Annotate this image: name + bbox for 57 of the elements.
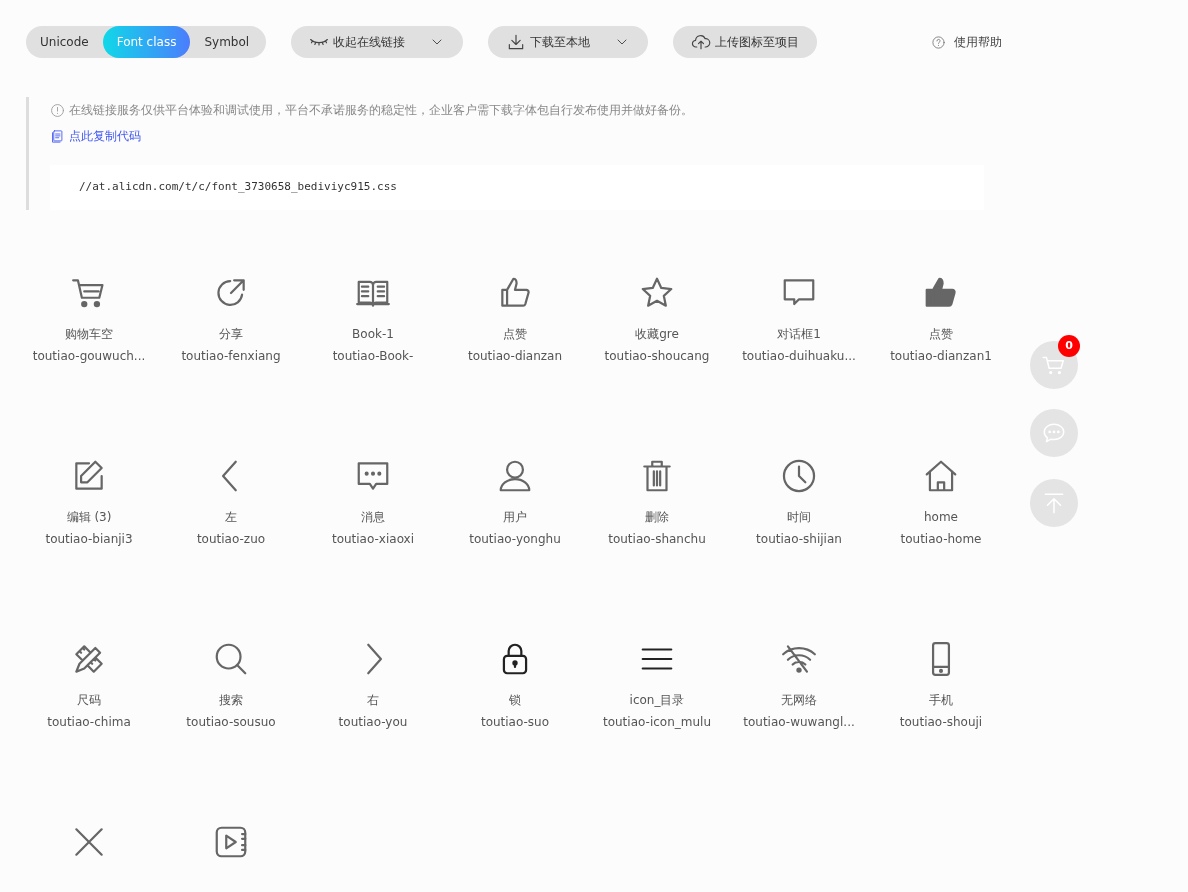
icon-label: icon_目录 (629, 692, 685, 707)
download-icon (506, 32, 526, 52)
icon-label: 左 (225, 509, 237, 524)
icon-class-name: toutiao-shoucang (604, 348, 710, 363)
icon-label: 消息 (361, 509, 385, 524)
icon-class-name: toutiao-sousuo (186, 714, 276, 729)
cloud-upload-icon (691, 32, 711, 52)
icon-class-name: toutiao-wuwangl... (743, 714, 855, 729)
icon-class-name: toutiao-you (338, 714, 408, 729)
icon-label: 用户 (503, 509, 527, 524)
icon-label: 右 (367, 692, 379, 707)
icon-class-name: toutiao-home (900, 531, 982, 546)
icon-class-name: toutiao-duihuaku... (742, 348, 856, 363)
icon-class-name: toutiao-Book- (332, 348, 414, 363)
copy-link[interactable]: 点此复制代码 (69, 127, 141, 145)
icon-label: 对话框1 (777, 326, 821, 341)
icon-label: home (924, 509, 958, 524)
toolbar-button[interactable]: 收起在线链接 (291, 26, 463, 58)
icon-class-name: toutiao-shouji (899, 714, 983, 729)
icon-class-name: toutiao-fenxiang (181, 348, 281, 363)
icon-class-name: toutiao-chima (47, 714, 131, 729)
icon-label: 删除 (645, 509, 669, 524)
toolbar-button[interactable]: 上传图标至项目 (673, 26, 817, 58)
icon-label: 搜索 (219, 692, 243, 707)
icon-label: 锁 (509, 692, 521, 707)
icon-class-name: toutiao-xiaoxi (331, 531, 415, 546)
count-badge: 0 (1058, 335, 1080, 357)
icon-label: 点赞 (503, 326, 527, 341)
icon-label: Book-1 (352, 326, 394, 341)
icon-class-name: toutiao-gouwuch... (32, 348, 146, 363)
icon-class-name: toutiao-zuo (196, 531, 266, 546)
icon-class-name: toutiao-suo (480, 714, 550, 729)
mode-tab[interactable]: Symbol (190, 26, 264, 58)
icon-class-name: toutiao-shanchu (608, 531, 706, 546)
icon-label: 购物车空 (65, 326, 113, 341)
alert-icon (50, 102, 65, 118)
floating-button[interactable] (1030, 341, 1078, 389)
icon-class-name: toutiao-dianzan (467, 348, 563, 363)
icon-label: 尺码 (77, 692, 101, 707)
icon-class-name: toutiao-dianzan1 (890, 348, 992, 363)
notice-text: 在线链接服务仅供平台体验和调试使用，平台不承诺服务的稳定性，企业客户需下载字体包自行发布使用并做好备份。 (69, 102, 693, 119)
icon-label: 时间 (787, 509, 811, 524)
toolbar-button[interactable]: 下载至本地 (488, 26, 648, 58)
icon-label: 无网络 (781, 692, 817, 707)
help-link[interactable]: 使用帮助 (931, 33, 1002, 51)
copy-icon (50, 128, 65, 144)
icon-label: 收藏gre (635, 326, 679, 341)
help-icon (931, 34, 946, 50)
icon-class-name: toutiao-icon_mulu (602, 714, 712, 729)
icon-label: 分享 (219, 326, 243, 341)
icon-label: 点赞 (929, 326, 953, 341)
icon-class-name: toutiao-bianji3 (45, 531, 133, 546)
icon-class-name: toutiao-yonghu (469, 531, 561, 546)
icon-class-name: toutiao-shijian (756, 531, 842, 546)
icon-label: 手机 (929, 692, 953, 707)
icon-label: 编辑 (3) (66, 509, 112, 524)
mode-tab[interactable]: Unicode (26, 26, 103, 58)
